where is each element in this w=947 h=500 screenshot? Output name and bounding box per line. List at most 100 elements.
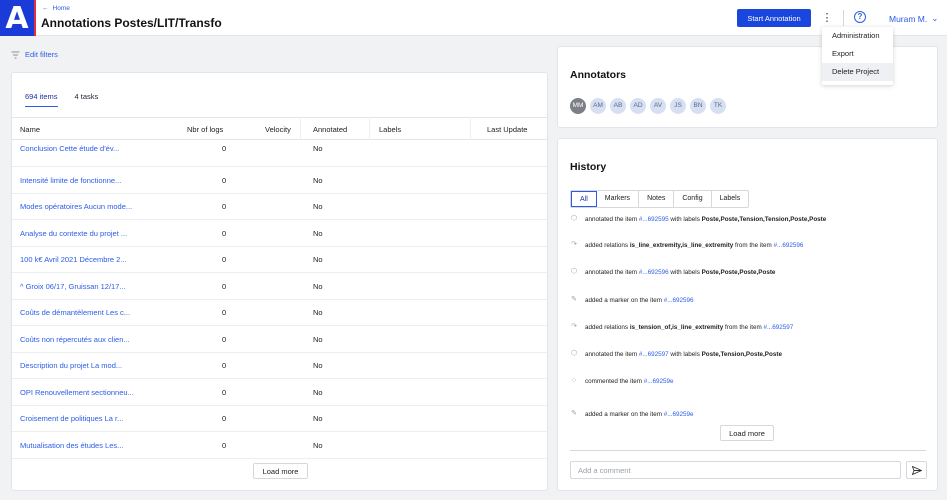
table-row[interactable]: Mutualisation des études Les... 0 No [12, 432, 547, 459]
table-row[interactable]: Description du projet La mod... 0 No [12, 352, 547, 379]
item-name-link[interactable]: Croisement de politiques La r... [20, 414, 123, 423]
user-menu[interactable]: Muram M. ⌄ [889, 13, 938, 24]
event-connector: with labels [668, 268, 702, 276]
annotator-avatar[interactable]: TK [710, 98, 726, 114]
event-action: added relations [585, 323, 630, 331]
item-logs-count: 0 [222, 334, 227, 344]
column-header-logs[interactable]: Nbr of logs [187, 125, 223, 134]
item-name-link[interactable]: Conclusion Cette étude d'év... [20, 144, 119, 153]
column-header-velocity[interactable]: Velocity [265, 125, 291, 134]
project-options-menu: Administration Export Delete Project [822, 27, 893, 85]
event-item-link[interactable]: #...692596 [639, 269, 669, 276]
column-header-labels[interactable]: Labels [379, 125, 401, 134]
menu-item-administration[interactable]: Administration [822, 27, 893, 45]
filter-icon [11, 51, 20, 58]
item-name-link[interactable]: Description du projet La mod... [20, 361, 122, 370]
item-logs-count: 0 [222, 440, 227, 450]
event-item-link[interactable]: #...692597 [764, 324, 794, 331]
history-event: ↷ added relations is_line_extremity,is_li… [570, 241, 803, 249]
menu-item-export[interactable]: Export [822, 45, 893, 63]
history-filter-config[interactable]: Config [674, 191, 712, 207]
item-name-link[interactable]: Modes opératoires Aucun mode... [20, 202, 132, 211]
column-header-name[interactable]: Name [20, 125, 40, 134]
event-text: added relations is_line_extremity,is_lin… [585, 242, 803, 249]
send-comment-button[interactable] [906, 461, 927, 479]
annotator-avatar[interactable]: AB [610, 98, 626, 114]
table-row[interactable]: Coûts non répercutés aux clien... 0 No [12, 326, 547, 353]
item-name-link[interactable]: ^ Groix 06/17, Gruissan 12/17... [20, 282, 126, 291]
item-logs-count: 0 [222, 281, 227, 291]
tab-items[interactable]: 694 items [25, 92, 58, 107]
table-row[interactable]: Coûts de démantèlement Les c... 0 No [12, 299, 547, 326]
event-connector: with labels [668, 215, 702, 223]
item-name-link[interactable]: Analyse du contexte du projet ... [20, 229, 127, 238]
relation-icon: ↷ [571, 241, 577, 248]
item-name-link[interactable]: Coûts de démantèlement Les c... [20, 308, 130, 317]
event-text: annotated the item #...692595 with label… [585, 216, 826, 223]
history-filter-notes[interactable]: Notes [639, 191, 675, 207]
edit-filters-link[interactable]: Edit filters [11, 50, 58, 59]
more-options-icon[interactable]: ⋮ [820, 9, 834, 27]
item-name-link[interactable]: Coûts non répercutés aux clien... [20, 335, 130, 344]
comment-input[interactable] [570, 461, 901, 479]
table-row[interactable]: Modes opératoires Aucun mode... 0 No [12, 193, 547, 220]
event-item-link[interactable]: #...692597 [639, 351, 669, 358]
event-text: added a marker on the item #...69259e [585, 411, 694, 418]
start-annotation-button[interactable]: Start Annotation [737, 9, 811, 27]
app-logo[interactable]: A [0, 0, 36, 36]
item-annotated-status: No [313, 414, 323, 423]
table-row[interactable]: ^ Groix 06/17, Gruissan 12/17... 0 No [12, 273, 547, 300]
menu-item-delete-project[interactable]: Delete Project [822, 63, 893, 81]
column-header-last-update[interactable]: Last Update [487, 125, 527, 134]
annotator-avatar[interactable]: JS [670, 98, 686, 114]
history-load-more-button[interactable]: Load more [720, 425, 774, 441]
item-annotated-status: No [313, 361, 323, 370]
event-item-link[interactable]: #...692595 [639, 216, 669, 223]
tab-tasks[interactable]: 4 tasks [75, 92, 99, 107]
tag-icon: ⬡ [570, 215, 578, 222]
home-breadcrumb[interactable]: ← Home [42, 5, 70, 12]
history-filter-markers[interactable]: Markers [597, 191, 640, 207]
item-name-link[interactable]: Mutualisation des études Les... [20, 441, 123, 450]
annotator-avatar[interactable]: MM [570, 98, 586, 114]
item-logs-count: 0 [222, 255, 227, 264]
annotator-avatar[interactable]: BN [690, 98, 706, 114]
column-divider [300, 117, 301, 140]
table-row[interactable]: Analyse du contexte du projet ... 0 No [12, 220, 547, 247]
event-connector: from the item [723, 323, 764, 331]
event-connector: with labels [668, 350, 702, 358]
header-divider [843, 10, 844, 26]
event-item-link[interactable]: #...69259e [664, 411, 694, 418]
history-filter-all[interactable]: All [571, 191, 597, 207]
event-item-link[interactable]: #...692596 [664, 297, 694, 304]
item-name-link[interactable]: 100 k€ Avril 2021 Décembre 2... [20, 255, 127, 264]
event-text: commented the item #...69259e [585, 378, 674, 385]
send-icon [911, 465, 923, 475]
table-row[interactable]: 100 k€ Avril 2021 Décembre 2... 0 No [12, 246, 547, 273]
event-action: annotated the item [585, 268, 639, 276]
table-row[interactable]: Conclusion Cette étude d'év... 0 No [12, 140, 547, 167]
event-text: annotated the item #...692597 with label… [585, 351, 782, 358]
items-panel: 694 items 4 tasks Name Nbr of logs Veloc… [11, 72, 548, 491]
event-text: annotated the item #...692596 with label… [585, 269, 775, 276]
history-filter-labels[interactable]: Labels [712, 191, 749, 207]
table-header: Name Nbr of logs Velocity Annotated Labe… [12, 117, 547, 140]
column-header-annotated[interactable]: Annotated [313, 125, 347, 134]
annotator-avatar[interactable]: AV [650, 98, 666, 114]
marker-icon: ✎ [571, 410, 577, 417]
event-item-link[interactable]: #...69259e [644, 378, 674, 385]
annotator-avatar[interactable]: AD [630, 98, 646, 114]
event-connector: from the item [733, 241, 774, 249]
annotator-avatar[interactable]: AM [590, 98, 606, 114]
item-name-link[interactable]: Intensité limite de fonctionne... [20, 176, 121, 185]
help-icon[interactable]: ? [854, 11, 866, 23]
table-row[interactable]: Intensité limite de fonctionne... 0 No [12, 167, 547, 194]
item-name-link[interactable]: OPI Renouvellement sectionneu... [20, 388, 134, 397]
event-item-link[interactable]: #...692596 [774, 242, 804, 249]
items-load-more-button[interactable]: Load more [253, 463, 308, 479]
table-row[interactable]: Croisement de politiques La r... 0 No [12, 405, 547, 432]
item-annotated-status: No [313, 334, 323, 344]
event-text: added relations is_tension_of,is_line_ex… [585, 324, 793, 331]
history-event: ↷ added relations is_tension_of,is_line_e… [570, 323, 793, 331]
table-row[interactable]: OPI Renouvellement sectionneu... 0 No [12, 379, 547, 406]
